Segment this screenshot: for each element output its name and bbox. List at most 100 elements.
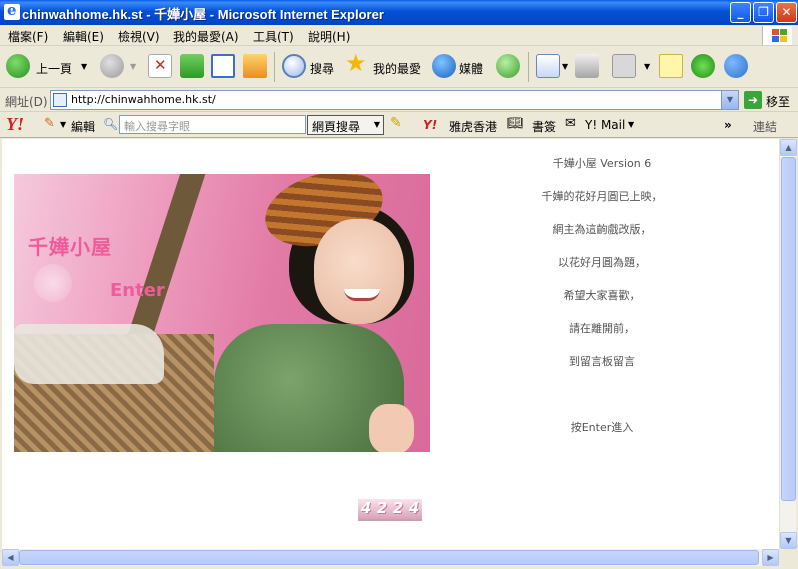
address-dropdown-icon[interactable]: ▼ xyxy=(721,91,738,109)
links-button[interactable]: 連結 xyxy=(753,118,777,135)
search-label: 搜尋 xyxy=(310,62,335,76)
edit-dropdown-icon[interactable]: ▼ xyxy=(60,120,66,129)
version-text: 千嬅小屋 Version 6 xyxy=(552,157,652,170)
back-button[interactable]: 上一頁 ▼ xyxy=(6,54,90,80)
scroll-up-icon[interactable]: ▲ xyxy=(780,139,797,156)
media-button[interactable]: 媒體 xyxy=(432,54,490,80)
icq-flower-icon xyxy=(691,54,715,78)
yahoo-hk-link[interactable]: 雅虎香港 xyxy=(449,118,497,135)
media-globe-icon xyxy=(432,54,456,78)
home-button[interactable] xyxy=(243,54,269,80)
yahoo-toolbar: Y! ✎ ▼ 編輯 🔍︎ 輸入搜尋字眼 網頁搜尋 ▼ ✎ Y! 雅虎香港 📖︎ … xyxy=(0,112,798,138)
window-button[interactable] xyxy=(211,54,237,80)
address-url[interactable]: http://chinwahhome.hk.st/ xyxy=(71,93,216,106)
forward-button[interactable]: ▼ xyxy=(100,54,140,80)
mail-dropdown-icon[interactable]: ▼ xyxy=(562,62,568,71)
scroll-right-icon[interactable]: ▶ xyxy=(762,549,779,566)
intro-line: 希望大家喜歡， xyxy=(563,289,641,302)
bookmark-icon: 📖︎ xyxy=(507,116,524,131)
page-content: 千嬅小屋 Enter 千嬅小屋 Version 6 千嬅的花好月圓已上映， 網主… xyxy=(2,139,779,549)
image-site-title: 千嬅小屋 xyxy=(28,235,112,259)
go-button[interactable]: 移至 xyxy=(766,93,790,110)
restore-button[interactable]: ❐ xyxy=(753,2,774,23)
search-icon xyxy=(282,54,306,78)
image-enter-text[interactable]: Enter xyxy=(110,280,165,301)
search-button[interactable]: 搜尋 xyxy=(282,54,340,80)
counter-digit: 4 xyxy=(408,499,420,517)
menu-tools[interactable]: 工具(T) xyxy=(253,28,294,45)
refresh-icon xyxy=(180,54,204,78)
star-icon: ★ xyxy=(345,49,367,77)
address-input[interactable]: http://chinwahhome.hk.st/ ▼ xyxy=(50,90,739,110)
back-dropdown-icon[interactable]: ▼ xyxy=(81,62,87,71)
minimize-button[interactable]: _ xyxy=(730,2,751,23)
mail-dropdown-icon[interactable]: ▼ xyxy=(628,120,634,129)
intro-line: 到留言板留言 xyxy=(569,355,635,368)
media-label: 媒體 xyxy=(459,62,484,76)
forward-dropdown-icon[interactable]: ▼ xyxy=(130,62,136,71)
menu-view[interactable]: 檢視(V) xyxy=(118,28,160,45)
back-arrow-icon xyxy=(6,54,30,78)
print-button[interactable] xyxy=(575,54,601,80)
pencil-icon[interactable]: ✎ xyxy=(44,116,55,131)
browser-window: chinwahhome.hk.st - 千嬅小屋 - Microsoft Int… xyxy=(0,0,798,569)
address-label: 網址(D) xyxy=(5,95,48,109)
yahoo-edit[interactable]: 編輯 xyxy=(71,118,95,135)
scroll-left-icon[interactable]: ◀ xyxy=(2,549,19,566)
enter-image[interactable]: 千嬅小屋 Enter xyxy=(14,174,430,452)
enter-instruction: 按Enter進入 xyxy=(570,421,634,434)
counter-digit: 2 xyxy=(392,499,404,517)
ie-icon xyxy=(4,1,20,20)
menu-edit[interactable]: 編輯(E) xyxy=(63,28,104,45)
printer-icon xyxy=(575,54,599,78)
scroll-down-icon[interactable]: ▼ xyxy=(780,532,797,549)
favorites-button[interactable]: ★ 我的最愛 xyxy=(345,49,425,80)
discuss-button[interactable] xyxy=(659,54,683,80)
yahoo-logo[interactable]: Y! xyxy=(6,114,24,135)
web-search-button[interactable]: 網頁搜尋 ▼ xyxy=(307,115,384,135)
mail-link[interactable]: Y! Mail xyxy=(585,118,625,132)
horizontal-scroll-thumb[interactable] xyxy=(19,550,759,565)
back-label: 上一頁 xyxy=(36,62,73,76)
msn-button[interactable] xyxy=(724,54,750,80)
favorites-label: 我的最愛 xyxy=(373,62,422,76)
bookmarks-link[interactable]: 書簽 xyxy=(532,118,556,135)
edit-dropdown-icon[interactable]: ▼ xyxy=(644,62,650,71)
edit-icon xyxy=(612,54,636,78)
vertical-scroll-thumb[interactable] xyxy=(781,157,796,501)
window-title: chinwahhome.hk.st - 千嬅小屋 - Microsoft Int… xyxy=(22,7,384,22)
go-arrow-icon[interactable]: ➜ xyxy=(744,91,762,109)
web-search-label: 網頁搜尋 xyxy=(312,120,361,134)
horizontal-scrollbar[interactable]: ◀ ▶ xyxy=(2,549,779,566)
history-icon xyxy=(496,54,520,78)
intro-line: 網主為這齣戲改版， xyxy=(552,223,652,236)
refresh-button[interactable] xyxy=(180,54,204,80)
flower-decoration xyxy=(34,264,72,302)
close-button[interactable]: ✕ xyxy=(776,2,797,23)
intro-line: 以花好月圓為題， xyxy=(558,256,646,269)
messenger-button[interactable] xyxy=(691,54,717,80)
menu-help[interactable]: 說明(H) xyxy=(308,28,350,45)
note-icon xyxy=(659,54,683,78)
counter-digit: 4 xyxy=(360,499,372,517)
standard-toolbar: 上一頁 ▼ ▼ ✕ 搜尋 ★ 我的最愛 媒體 ▼ ▼ xyxy=(0,46,798,88)
menu-favorites[interactable]: 我的最愛(A) xyxy=(173,28,239,45)
intro-line: 千嬅的花好月圓已上映， xyxy=(541,190,663,203)
address-bar: 網址(D) http://chinwahhome.hk.st/ ▼ ➜ 移至 xyxy=(0,88,798,112)
home-icon xyxy=(243,54,267,78)
window-icon xyxy=(211,54,235,78)
page-icon xyxy=(53,93,67,107)
toolbar-overflow-button[interactable]: » xyxy=(724,118,732,132)
history-button[interactable] xyxy=(496,54,522,80)
toolbar-separator xyxy=(528,52,529,82)
menu-file[interactable]: 檔案(F) xyxy=(8,28,48,45)
edit-button[interactable]: ▼ xyxy=(612,54,656,80)
yahoo-small-logo: Y! xyxy=(423,118,438,132)
yahoo-search-input[interactable]: 輸入搜尋字眼 xyxy=(119,115,306,134)
search-dropdown-icon[interactable]: ▼ xyxy=(374,120,380,129)
stop-button[interactable]: ✕ xyxy=(148,54,172,80)
highlighter-icon[interactable]: ✎ xyxy=(390,115,402,131)
msn-buddy-icon xyxy=(724,54,748,78)
vertical-scrollbar[interactable]: ▲ ▼ xyxy=(779,139,797,549)
mail-button[interactable]: ▼ xyxy=(536,54,570,80)
